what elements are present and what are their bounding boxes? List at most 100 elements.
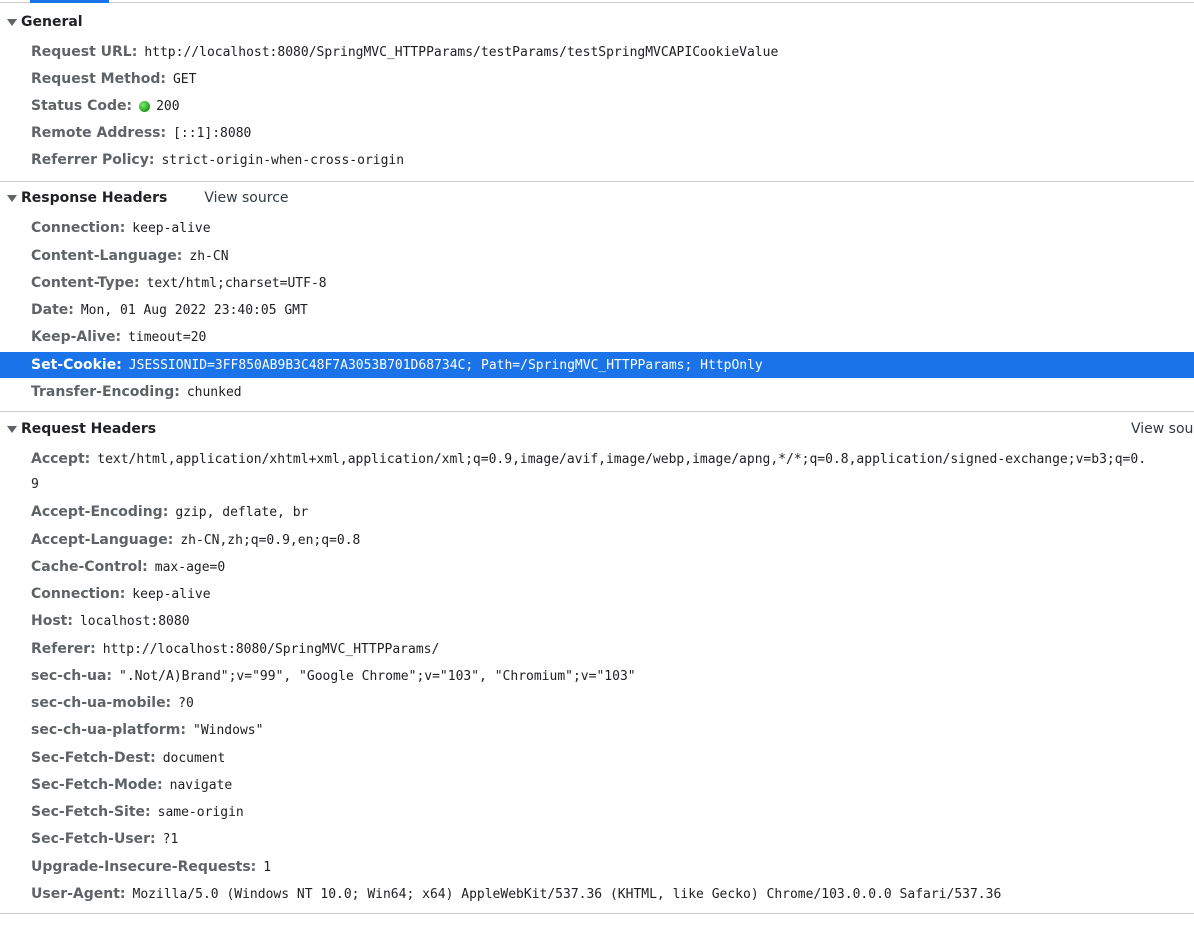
header-value: document bbox=[162, 750, 226, 766]
header-key: Content-Type: bbox=[31, 275, 140, 291]
header-value: navigate bbox=[169, 777, 233, 793]
collapse-triangle-icon[interactable] bbox=[7, 18, 17, 26]
general-section-title: General bbox=[21, 14, 83, 30]
header-value: JSESSIONID=3FF850AB9B3C48F7A3053B701D687… bbox=[128, 357, 763, 373]
general-row-request-url[interactable]: Request URL: http://localhost:8080/Sprin… bbox=[0, 39, 1194, 65]
response-headers-section-header[interactable]: Response Headers View source bbox=[0, 186, 1194, 210]
header-key: Upgrade-Insecure-Requests: bbox=[31, 859, 257, 875]
section-divider bbox=[0, 411, 1194, 412]
request-headers-section-title: Request Headers bbox=[21, 421, 157, 437]
header-key: Status Code: bbox=[31, 98, 133, 114]
status-success-dot-icon bbox=[139, 100, 151, 112]
header-value: ".Not/A)Brand";v="99", "Google Chrome";v… bbox=[119, 668, 636, 684]
header-value: Mon, 01 Aug 2022 23:40:05 GMT bbox=[80, 302, 308, 318]
response-row-content-type[interactable]: Content-Type: text/html;charset=UTF-8 bbox=[0, 270, 1194, 296]
header-key: Set-Cookie: bbox=[31, 357, 122, 373]
header-key: sec-ch-ua-platform: bbox=[31, 722, 186, 738]
header-key: Keep-Alive: bbox=[31, 329, 122, 345]
section-divider bbox=[0, 913, 1194, 914]
header-key: Sec-Fetch-Site: bbox=[31, 804, 151, 820]
header-value: text/html;charset=UTF-8 bbox=[146, 275, 327, 291]
general-section-header[interactable]: General bbox=[0, 10, 1194, 34]
collapse-triangle-icon[interactable] bbox=[7, 194, 17, 202]
request-row-accept[interactable]: Accept: text/html,application/xhtml+xml,… bbox=[0, 446, 1194, 472]
general-row-remote-address[interactable]: Remote Address: [::1]:8080 bbox=[0, 120, 1194, 146]
header-key: Connection: bbox=[31, 586, 126, 602]
request-row-sec-fetch-user[interactable]: Sec-Fetch-User: ?1 bbox=[0, 826, 1194, 852]
header-key: Referrer Policy: bbox=[31, 152, 155, 168]
request-row-host[interactable]: Host: localhost:8080 bbox=[0, 608, 1194, 634]
header-key: sec-ch-ua-mobile: bbox=[31, 695, 172, 711]
top-divider bbox=[0, 2, 1194, 3]
request-row-cache-control[interactable]: Cache-Control: max-age=0 bbox=[0, 554, 1194, 580]
request-row-referer[interactable]: Referer: http://localhost:8080/SpringMVC… bbox=[0, 636, 1194, 662]
request-row-sec-fetch-mode[interactable]: Sec-Fetch-Mode: navigate bbox=[0, 772, 1194, 798]
header-value: ?1 bbox=[162, 831, 179, 847]
response-view-source-link[interactable]: View source bbox=[204, 190, 288, 206]
header-value: keep-alive bbox=[132, 586, 211, 602]
header-value: same-origin bbox=[157, 804, 244, 820]
header-value: gzip, deflate, br bbox=[175, 504, 309, 520]
header-value: ?0 bbox=[178, 695, 194, 711]
response-row-set-cookie[interactable]: Set-Cookie: JSESSIONID=3FF850AB9B3C48F7A… bbox=[0, 352, 1194, 378]
request-row-sec-fetch-site[interactable]: Sec-Fetch-Site: same-origin bbox=[0, 799, 1194, 825]
request-row-connection[interactable]: Connection: keep-alive bbox=[0, 581, 1194, 607]
header-value: max-age=0 bbox=[154, 559, 226, 575]
request-row-sec-fetch-dest[interactable]: Sec-Fetch-Dest: document bbox=[0, 745, 1194, 771]
request-row-accept-encoding[interactable]: Accept-Encoding: gzip, deflate, br bbox=[0, 499, 1194, 525]
header-value: zh-CN bbox=[189, 248, 229, 264]
request-row-sec-ch-ua-mobile[interactable]: sec-ch-ua-mobile: ?0 bbox=[0, 690, 1194, 716]
header-value: keep-alive bbox=[132, 220, 211, 236]
section-divider bbox=[0, 181, 1194, 182]
header-value: Mozilla/5.0 (Windows NT 10.0; Win64; x64… bbox=[132, 886, 1002, 902]
header-key: Accept-Language: bbox=[31, 532, 174, 548]
header-key: sec-ch-ua: bbox=[31, 668, 113, 684]
header-value: chunked bbox=[186, 384, 242, 400]
response-headers-section-title: Response Headers bbox=[21, 190, 168, 206]
header-key: Remote Address: bbox=[31, 125, 167, 141]
header-value: text/html,application/xhtml+xml,applicat… bbox=[97, 451, 1147, 467]
header-key: Transfer-Encoding: bbox=[31, 384, 180, 400]
header-key: Request Method: bbox=[31, 71, 166, 87]
header-value: "Windows" bbox=[193, 722, 264, 738]
header-key: Connection: bbox=[31, 220, 126, 236]
request-headers-section-header[interactable]: Request Headers View sour bbox=[0, 417, 1194, 441]
header-key: Host: bbox=[31, 613, 73, 629]
response-row-date[interactable]: Date: Mon, 01 Aug 2022 23:40:05 GMT bbox=[0, 297, 1194, 323]
header-key: Sec-Fetch-User: bbox=[31, 831, 156, 847]
header-key: User-Agent: bbox=[31, 886, 126, 902]
general-row-referrer-policy[interactable]: Referrer Policy: strict-origin-when-cros… bbox=[0, 147, 1194, 173]
collapse-triangle-icon[interactable] bbox=[7, 425, 17, 433]
active-tab-indicator bbox=[30, 0, 109, 3]
request-row-upgrade-insecure-requests[interactable]: Upgrade-Insecure-Requests: 1 bbox=[0, 854, 1194, 880]
header-key: Sec-Fetch-Dest: bbox=[31, 750, 156, 766]
header-value: http://localhost:8080/SpringMVC_HTTPPara… bbox=[102, 641, 440, 657]
request-row-sec-ch-ua-platform[interactable]: sec-ch-ua-platform: "Windows" bbox=[0, 717, 1194, 743]
header-key: Date: bbox=[31, 302, 74, 318]
header-value: localhost:8080 bbox=[79, 613, 190, 629]
response-row-transfer-encoding[interactable]: Transfer-Encoding: chunked bbox=[0, 379, 1194, 405]
request-view-source-link[interactable]: View sour bbox=[1131, 421, 1194, 437]
header-key: Sec-Fetch-Mode: bbox=[31, 777, 163, 793]
header-value: [::1]:8080 bbox=[173, 125, 252, 141]
response-row-keep-alive[interactable]: Keep-Alive: timeout=20 bbox=[0, 324, 1194, 350]
accept-value-wrap: 9 bbox=[31, 477, 39, 492]
header-key: Request URL: bbox=[31, 44, 138, 60]
header-value: 1 bbox=[263, 859, 272, 875]
request-row-accept-language[interactable]: Accept-Language: zh-CN,zh;q=0.9,en;q=0.8 bbox=[0, 527, 1194, 553]
general-row-request-method[interactable]: Request Method: GET bbox=[0, 66, 1194, 92]
header-key: Cache-Control: bbox=[31, 559, 148, 575]
general-row-status-code[interactable]: Status Code: 200 bbox=[0, 93, 1194, 119]
header-value: 200 bbox=[156, 98, 180, 114]
header-value: timeout=20 bbox=[128, 329, 207, 345]
header-value: GET bbox=[172, 71, 197, 87]
header-value: http://localhost:8080/SpringMVC_HTTPPara… bbox=[144, 44, 779, 60]
header-value: strict-origin-when-cross-origin bbox=[161, 152, 405, 168]
request-row-user-agent[interactable]: User-Agent: Mozilla/5.0 (Windows NT 10.0… bbox=[0, 881, 1194, 907]
header-value: zh-CN,zh;q=0.9,en;q=0.8 bbox=[180, 532, 361, 548]
response-row-connection[interactable]: Connection: keep-alive bbox=[0, 215, 1194, 241]
request-row-sec-ch-ua[interactable]: sec-ch-ua: ".Not/A)Brand";v="99", "Googl… bbox=[0, 663, 1194, 689]
header-key: Content-Language: bbox=[31, 248, 183, 264]
header-key: Referer: bbox=[31, 641, 96, 657]
response-row-content-language[interactable]: Content-Language: zh-CN bbox=[0, 243, 1194, 269]
